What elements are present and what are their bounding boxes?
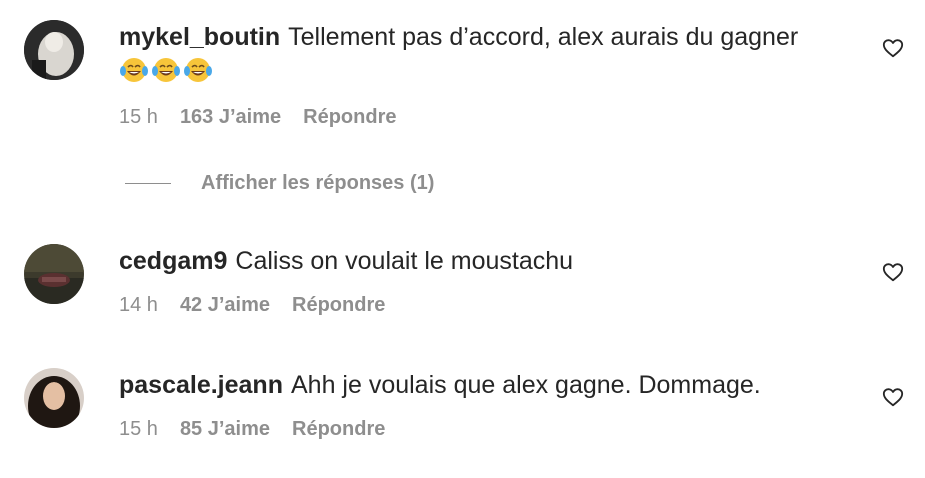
like-button[interactable] <box>882 261 904 283</box>
comment-likes[interactable]: 163 J’aime <box>180 106 281 129</box>
avatar[interactable] <box>24 368 84 428</box>
comment-meta: 14 h 42 J’aime Répondre <box>119 291 859 319</box>
heart-outline-icon <box>882 263 904 282</box>
avatar-photo <box>24 368 84 428</box>
avatar-photo <box>24 244 84 304</box>
like-button[interactable] <box>882 37 904 59</box>
comment-text-line: cedgam9 Caliss on voulait le moustachu <box>119 244 859 278</box>
comment-text-line: mykel_boutin Tellement pas d’accord, alex… <box>119 20 859 54</box>
comment-likes[interactable]: 85 J’aime <box>180 418 270 441</box>
reply-button[interactable]: Répondre <box>292 418 385 441</box>
comment-time[interactable]: 15 h <box>119 106 158 129</box>
comment-time[interactable]: 14 h <box>119 294 158 317</box>
avatar[interactable] <box>24 20 84 80</box>
comment-text-line: pascale.jeann Ahh je voulais que alex gag… <box>119 368 859 402</box>
view-replies-divider <box>125 183 171 184</box>
heart-outline-icon <box>882 39 904 58</box>
comment-meta: 15 h 85 J’aime Répondre <box>119 415 859 443</box>
view-replies-button[interactable]: Afficher les réponses (1) <box>125 172 434 195</box>
face-with-tears-of-joy-icon <box>184 58 212 82</box>
reply-button[interactable]: Répondre <box>303 106 396 129</box>
comment-username[interactable]: cedgam9 <box>119 247 227 275</box>
comment-meta: 15 h 163 J’aime Répondre <box>119 103 859 131</box>
view-replies-label: Afficher les réponses (1) <box>201 172 435 194</box>
comment-text: Tellement pas d’accord, alex aurais du g… <box>288 23 799 51</box>
like-button[interactable] <box>882 386 904 408</box>
emoji-row <box>119 54 859 86</box>
comment-time[interactable]: 15 h <box>119 418 158 441</box>
comment-username[interactable]: mykel_boutin <box>119 23 280 51</box>
avatar-photo <box>24 20 84 80</box>
face-with-tears-of-joy-icon <box>120 58 148 82</box>
comment-username[interactable]: pascale.jeann <box>119 371 283 399</box>
reply-button[interactable]: Répondre <box>292 294 385 317</box>
comment-likes[interactable]: 42 J’aime <box>180 294 270 317</box>
face-with-tears-of-joy-icon <box>152 58 180 82</box>
heart-outline-icon <box>882 388 904 407</box>
avatar[interactable] <box>24 244 84 304</box>
comment-text: Caliss on voulait le moustachu <box>235 247 574 275</box>
comment-text: Ahh je voulais que alex gagne. Dommage. <box>290 371 761 399</box>
